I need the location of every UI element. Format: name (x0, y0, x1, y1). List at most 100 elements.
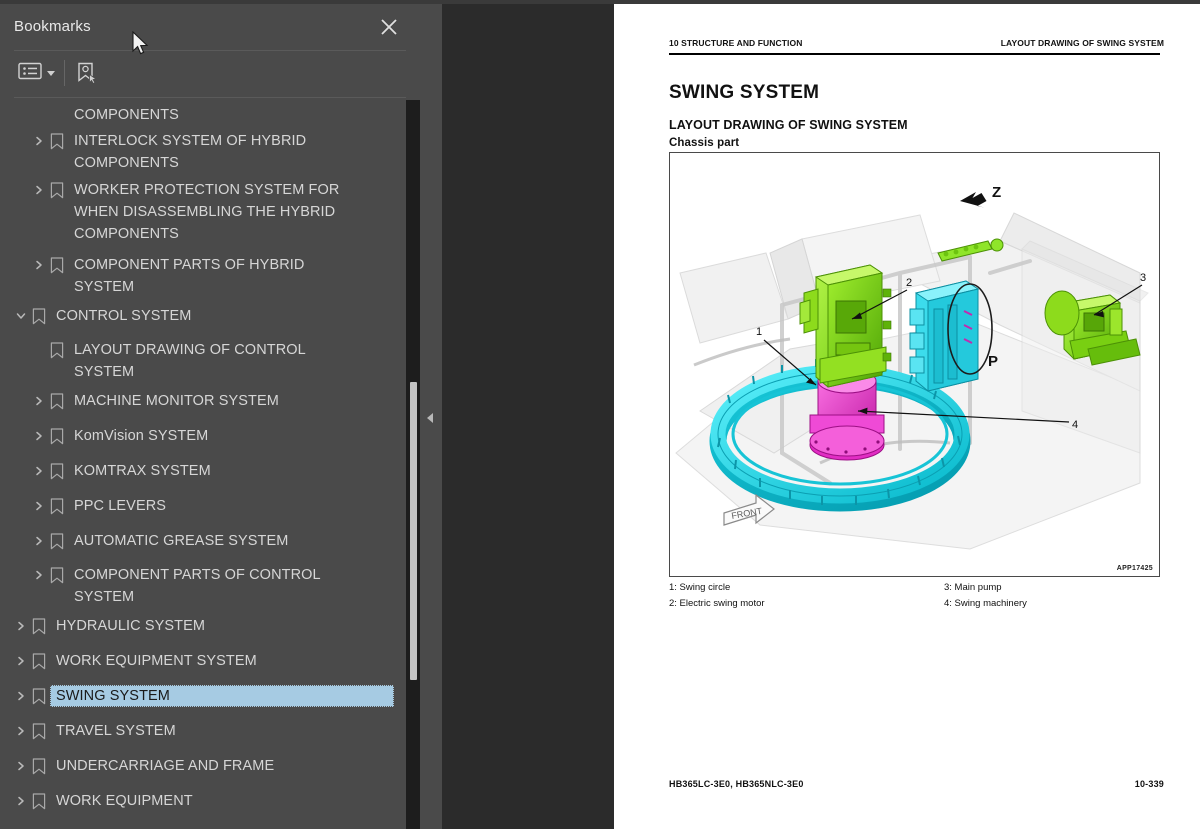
figure-illustration: 1 2 3 4 Z P FRONT (670, 153, 1158, 575)
bookmark-item[interactable]: MACHINE MONITOR SYSTEM (0, 390, 406, 412)
new-bookmark-button[interactable] (74, 61, 98, 90)
bookmark-item-label: COMPONENT PARTS OF HYBRID SYSTEM (74, 257, 305, 295)
bookmark-item[interactable]: KOMTRAX SYSTEM (0, 460, 406, 482)
bookmark-ribbon-icon (28, 790, 50, 812)
callout-4: 4 (1072, 419, 1078, 431)
bookmark-item-label: PPC LEVERS (74, 498, 167, 514)
bookmark-item-label: LAYOUT DRAWING OF CONTROL SYSTEM (74, 342, 306, 380)
bookmark-ribbon-icon (46, 130, 68, 152)
new-bookmark-icon (74, 61, 98, 90)
list-options-button[interactable] (18, 61, 55, 86)
list-options-icon (18, 61, 42, 86)
bookmark-item-label: INTERLOCK SYSTEM OF HYBRID COMPONENTS (74, 133, 307, 171)
bookmark-ribbon-icon (28, 305, 50, 327)
panel-collapse-handle[interactable] (420, 4, 442, 829)
document-page: 10 STRUCTURE AND FUNCTION LAYOUT DRAWING… (614, 4, 1200, 829)
panel-title: Bookmarks (14, 18, 91, 35)
bookmark-item-label: MACHINE MONITOR SYSTEM (74, 393, 279, 409)
bookmark-item-label: SWING SYSTEM (56, 688, 170, 704)
bookmark-ribbon-icon (46, 564, 68, 586)
bookmark-item[interactable]: WORKER PROTECTION SYSTEM FOR WHEN DISASS… (0, 179, 406, 245)
bookmark-item[interactable]: COMPONENTS (0, 104, 406, 126)
page-footer-model: HB365LC-3E0, HB365NLC-3E0 (669, 779, 804, 789)
chevron-right-icon[interactable] (32, 179, 46, 201)
bookmark-item[interactable]: HYDRAULIC SYSTEM (0, 615, 406, 637)
bookmark-item[interactable]: INTERLOCK SYSTEM OF HYBRID COMPONENTS (0, 130, 406, 174)
bookmark-item[interactable]: AUTOMATIC GREASE SYSTEM (0, 530, 406, 552)
bookmark-ribbon-icon (28, 755, 50, 777)
chevron-right-icon[interactable] (32, 530, 46, 552)
chevron-right-icon[interactable] (14, 615, 28, 637)
bookmark-item-label: COMPONENT PARTS OF CONTROL SYSTEM (74, 567, 321, 605)
legend-item-4: 4: Swing machinery (944, 598, 1027, 609)
chevron-right-icon[interactable] (14, 685, 28, 707)
bookmark-item[interactable]: PPC LEVERS (0, 495, 406, 517)
bookmark-ribbon-icon (46, 460, 68, 482)
page-header-right: LAYOUT DRAWING OF SWING SYSTEM (1000, 38, 1164, 48)
chevron-right-icon[interactable] (32, 130, 46, 152)
callout-3: 3 (1140, 272, 1146, 284)
bookmark-item[interactable]: COMPONENT PARTS OF HYBRID SYSTEM (0, 254, 406, 298)
chevron-right-icon[interactable] (32, 495, 46, 517)
legend-item-3: 3: Main pump (944, 582, 1002, 593)
bookmark-item[interactable]: CONTROL SYSTEM (0, 305, 406, 327)
bookmark-ribbon-icon (28, 615, 50, 637)
page-subtitle: LAYOUT DRAWING OF SWING SYSTEM (669, 118, 908, 132)
page-header-left: 10 STRUCTURE AND FUNCTION (669, 38, 803, 48)
view-marker-p: P (988, 353, 998, 370)
bookmark-item[interactable]: SWING SYSTEM (0, 685, 406, 707)
bookmark-item-label: UNDERCARRIAGE AND FRAME (56, 758, 275, 774)
chevron-right-icon[interactable] (14, 755, 28, 777)
bookmark-ribbon-icon (28, 685, 50, 707)
chevron-right-icon[interactable] (32, 425, 46, 447)
bookmarks-panel: Bookmarks COMPONENTS INTERLOCK SYSTEM OF… (0, 4, 420, 829)
chevron-right-icon[interactable] (32, 390, 46, 412)
chevron-right-icon[interactable] (32, 254, 46, 276)
chevron-left-icon (427, 413, 433, 423)
bookmark-item[interactable]: WORK EQUIPMENT (0, 790, 406, 812)
toolbar-bottom-divider (14, 97, 406, 98)
bookmark-item[interactable]: KomVision SYSTEM (0, 425, 406, 447)
bookmark-item[interactable]: UNDERCARRIAGE AND FRAME (0, 755, 406, 777)
page-title: SWING SYSTEM (669, 82, 820, 103)
bookmark-ribbon-icon (46, 390, 68, 412)
bookmark-ribbon-icon (46, 254, 68, 276)
bookmark-item[interactable]: LAYOUT DRAWING OF CONTROL SYSTEM (0, 339, 406, 383)
bookmark-item-label: KOMTRAX SYSTEM (74, 463, 211, 479)
bookmark-item-label: TRAVEL SYSTEM (56, 723, 176, 739)
bookmark-item-label: WORK EQUIPMENT (56, 793, 193, 809)
page-footer-number: 10-339 (1134, 779, 1164, 789)
bookmark-ribbon-icon (46, 530, 68, 552)
page-section-label: Chassis part (669, 137, 740, 149)
bookmark-item[interactable]: COMPONENT PARTS OF CONTROL SYSTEM (0, 564, 406, 608)
bookmarks-scrollbar[interactable] (406, 100, 420, 829)
bookmark-ribbon-icon (28, 650, 50, 672)
toolbar-divider (64, 60, 65, 86)
svg-text:Z: Z (992, 184, 1001, 201)
callout-2: 2 (906, 277, 912, 289)
bookmark-item-label: WORK EQUIPMENT SYSTEM (56, 653, 257, 669)
bookmark-ribbon-icon (46, 339, 68, 361)
figure-id: APP17425 (1116, 565, 1153, 572)
callout-1: 1 (756, 326, 762, 338)
bookmark-item[interactable]: WORK EQUIPMENT SYSTEM (0, 650, 406, 672)
bookmarks-panel-header: Bookmarks (0, 4, 420, 50)
chevron-right-icon[interactable] (32, 460, 46, 482)
bookmarks-scrollbar-thumb[interactable] (410, 382, 417, 680)
bookmarks-toolbar (0, 51, 420, 96)
close-icon[interactable] (378, 16, 400, 38)
header-rule (669, 53, 1160, 55)
chevron-right-icon[interactable] (32, 564, 46, 586)
chevron-right-icon[interactable] (14, 790, 28, 812)
bookmark-item-label: AUTOMATIC GREASE SYSTEM (74, 533, 289, 549)
legend-item-1: 1: Swing circle (669, 582, 731, 593)
chevron-down-icon[interactable] (14, 305, 28, 327)
bookmark-ribbon-icon (46, 104, 68, 126)
chevron-right-icon[interactable] (14, 720, 28, 742)
chevron-right-icon[interactable] (14, 650, 28, 672)
bookmark-tree[interactable]: COMPONENTS INTERLOCK SYSTEM OF HYBRID COM… (0, 100, 406, 829)
bookmark-ribbon-icon (28, 720, 50, 742)
bookmark-item[interactable]: TRAVEL SYSTEM (0, 720, 406, 742)
